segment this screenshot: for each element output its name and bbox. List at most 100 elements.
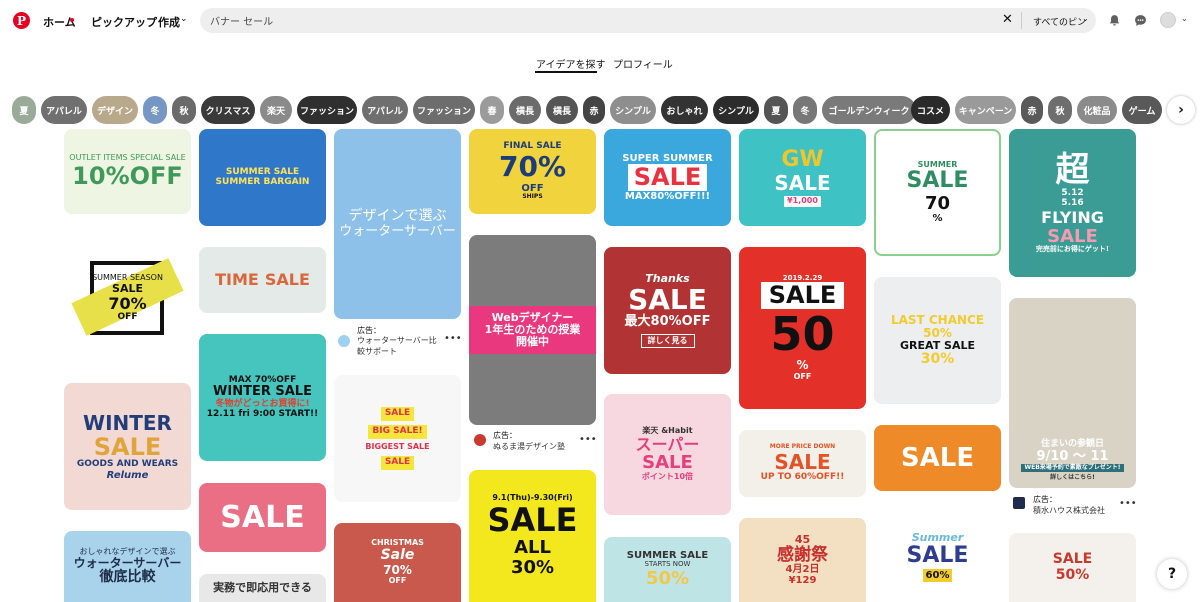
message-icon[interactable] xyxy=(1133,13,1147,27)
pin-image[interactable]: SUPER SUMMER SALE MAX80%OFF!!! xyxy=(604,129,731,226)
nav-pickup[interactable]: ピックアップ xyxy=(91,14,157,30)
pin-text: SALE xyxy=(906,543,969,569)
chip[interactable]: ファッション xyxy=(297,96,357,124)
clear-icon[interactable]: ✕ xyxy=(1002,12,1013,27)
chip[interactable]: 楽天 xyxy=(260,96,292,124)
pin-text: 30% xyxy=(920,351,955,368)
pin-image[interactable]: Webデザイナー 1年生のための授業 開催中 xyxy=(469,235,596,425)
pin-image[interactable]: OUTLET ITEMS SPECIAL SALE 10%OFF xyxy=(64,129,191,214)
pinterest-logo-icon[interactable]: P xyxy=(13,12,30,29)
pin-image[interactable]: GW SALE ¥1,000 xyxy=(739,129,866,226)
chip[interactable]: おしゃれ xyxy=(661,96,708,124)
chip[interactable]: 秋 xyxy=(172,96,196,124)
chevron-down-icon[interactable]: ⌄ xyxy=(180,14,188,24)
chip[interactable]: 春 xyxy=(480,96,504,124)
pin-text: % xyxy=(932,213,943,225)
chip[interactable]: ゴールデンウィーク xyxy=(822,96,916,124)
pin-image[interactable]: 実務で即応用できる xyxy=(199,574,326,602)
advertiser-name[interactable]: ウォーターサーバー比較サポート xyxy=(357,336,442,358)
pin-image[interactable]: 2019.2.29 SALE 50 % OFF xyxy=(739,247,866,409)
pin-text: 詳しく見る xyxy=(640,333,695,349)
advertiser-name[interactable]: ぬるま湯デザイン塾 xyxy=(493,442,565,453)
chip[interactable]: アパレル xyxy=(362,96,408,124)
pin-text: ウォーターサーバー xyxy=(339,223,456,239)
chip[interactable]: 化粧品 xyxy=(1077,96,1117,124)
advertiser-logo[interactable] xyxy=(474,434,486,446)
tab-explore[interactable]: アイデアを探す xyxy=(536,56,606,71)
avatar[interactable] xyxy=(1160,12,1176,28)
chip[interactable]: シンプル xyxy=(713,96,759,124)
pin-image[interactable]: SALE xyxy=(199,483,326,552)
chip[interactable]: 横長 xyxy=(546,96,578,124)
chip[interactable]: シンプル xyxy=(610,96,656,124)
search-scope-select[interactable]: すべてのピン xyxy=(1033,15,1086,28)
pin-image[interactable]: 住まいの参観日 9/10 ～ 11 WEB来場予約で素敵なプレゼント! 詳しくは… xyxy=(1009,298,1136,488)
search-bar[interactable] xyxy=(200,8,1096,33)
pin-text: SALE xyxy=(1047,225,1098,247)
help-button[interactable]: ? xyxy=(1157,559,1187,589)
tab-profile[interactable]: プロフィール xyxy=(613,56,673,71)
chip[interactable]: ゲーム xyxy=(1122,96,1162,124)
pin-image[interactable]: TIME SALE xyxy=(199,247,326,313)
chip[interactable]: 冬 xyxy=(793,96,817,124)
pin-text: WINTER SALE xyxy=(213,384,312,400)
pin-image[interactable]: デザインで選ぶ ウォーターサーバー xyxy=(334,129,461,319)
more-options-icon[interactable]: ••• xyxy=(579,434,597,445)
active-tab-indicator xyxy=(535,71,597,73)
chip[interactable]: 冬 xyxy=(143,96,167,124)
pin-image[interactable]: MAX 70%OFF WINTER SALE 冬物がどっとお買得に! 12.11… xyxy=(199,334,326,461)
chips-next-button[interactable]: › xyxy=(1167,96,1195,124)
pin-text: ¥1,000 xyxy=(784,196,821,207)
pin-image[interactable]: SUMMER SALE 70 % xyxy=(874,129,1001,256)
nav-create[interactable]: 作成 xyxy=(158,14,180,30)
chip[interactable]: 赤 xyxy=(1021,96,1043,124)
chip[interactable]: コスメ xyxy=(911,96,950,124)
pin-text: UP TO 60%OFF!! xyxy=(760,471,845,482)
pin-image[interactable]: CHRISTMAS Sale 70% OFF xyxy=(334,523,461,602)
pin-image[interactable]: FINAL SALE 70% OFF SHIPS xyxy=(469,129,596,214)
nav-home[interactable]: ホーム xyxy=(43,14,76,30)
chip[interactable]: キャンペーン xyxy=(955,96,1016,124)
chip[interactable]: 横長 xyxy=(509,96,541,124)
pin-text: 60% xyxy=(922,568,953,582)
advertiser-logo[interactable] xyxy=(338,335,350,347)
chip[interactable]: ファッション xyxy=(413,96,475,124)
pin-image[interactable]: Thanks SALE 最大80%OFF 詳しく見る xyxy=(604,247,731,374)
chip[interactable]: 夏 xyxy=(764,96,788,124)
pin-text: SALE xyxy=(774,171,831,196)
pin-image[interactable]: SALE 50% xyxy=(1009,533,1136,602)
pin-image[interactable]: Summer SALE 60% xyxy=(874,512,1001,602)
pin-image[interactable]: 45 感謝祭 4月2日 ¥129 xyxy=(739,518,866,602)
pin-image[interactable]: おしゃれなデザインで選ぶ ウォーターサーバー 徹底比較 xyxy=(64,531,191,602)
pin-image[interactable]: WINTER SALE GOODS AND WEARS Relume xyxy=(64,383,191,510)
pin-image[interactable]: MORE PRICE DOWN SALE UP TO 60%OFF!! xyxy=(739,430,866,497)
pin-image[interactable]: SUMMER SALE STARTS NOW 50% xyxy=(604,537,731,602)
pin-text: 実務で即応用できる xyxy=(213,580,312,594)
pin-image[interactable]: 楽天 &Habit スーパー SALE ポイント10倍 xyxy=(604,394,731,515)
chip[interactable]: アパレル xyxy=(41,96,87,124)
pin-image[interactable]: SUMMER SALE SUMMER BARGAIN xyxy=(199,129,326,226)
pin-image[interactable]: 超 5.12 5.16 FLYING SALE 完売前にお得にゲット! xyxy=(1009,129,1136,277)
pin-image[interactable]: SALE xyxy=(874,425,1001,491)
advertiser-name[interactable]: 積水ハウス株式会社 xyxy=(1033,506,1105,517)
pin-text: SALE xyxy=(93,432,162,461)
chip[interactable]: 秋 xyxy=(1048,96,1072,124)
pin-text: 45 xyxy=(794,532,811,546)
pin-text: GW xyxy=(781,147,824,172)
advertiser-logo[interactable] xyxy=(1013,497,1025,509)
bell-icon[interactable] xyxy=(1107,13,1121,27)
more-options-icon[interactable]: ••• xyxy=(444,333,462,344)
chip[interactable]: 赤 xyxy=(583,96,605,124)
search-input[interactable] xyxy=(210,13,990,28)
pin-text: SALE xyxy=(628,282,707,316)
pin-image[interactable]: LAST CHANCE 50% GREAT SALE 30% xyxy=(874,277,1001,404)
chip[interactable]: 夏 xyxy=(12,96,36,124)
pin-image[interactable]: 9.1(Thu)-9.30(Fri) SALE ALL 30% xyxy=(469,470,596,602)
pin-image[interactable]: SUMMER SEASON SALE 70% OFF xyxy=(64,235,191,362)
chip[interactable]: デザイン xyxy=(92,96,138,124)
chip[interactable]: クリスマス xyxy=(201,96,255,124)
chevron-down-icon[interactable]: ⌄ xyxy=(1181,14,1188,23)
chevron-down-icon[interactable]: ⌄ xyxy=(1082,14,1089,23)
pin-image[interactable]: SALE BIG SALE! BIGGEST SALE SALE xyxy=(334,375,461,502)
more-options-icon[interactable]: ••• xyxy=(1119,498,1137,509)
